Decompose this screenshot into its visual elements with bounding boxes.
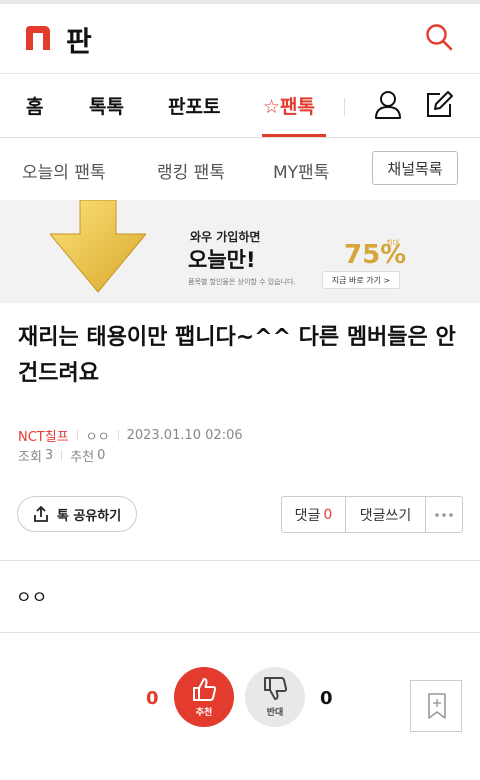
banner-title: 오늘만! — [188, 248, 256, 272]
subnav-ranking[interactable]: 랭킹 팬톡 — [157, 158, 225, 183]
banner-cta-button[interactable]: 지금 바로 가기 > — [322, 271, 400, 289]
comment-label: 댓글 — [294, 507, 321, 524]
write-icon[interactable] — [424, 90, 454, 120]
upvote-button[interactable]: 추천 — [174, 667, 234, 727]
banner-percent-label: 최대 — [386, 239, 399, 247]
comment-actions: 댓글 0 댓글쓰기 — [281, 496, 463, 533]
down-arrow-icon — [50, 200, 146, 293]
share-button[interactable]: 톡 공유하기 — [17, 496, 137, 532]
post-date: 2023.01.10 02:06 — [126, 428, 243, 443]
nav-divider — [344, 98, 345, 116]
content-divider — [0, 560, 480, 561]
recommend-label: 추천 — [70, 450, 95, 465]
meta-divider — [117, 430, 119, 441]
channel-list-button[interactable]: 채널목록 — [372, 151, 458, 185]
header: 판 — [0, 4, 480, 74]
nav-home[interactable]: 홈 — [26, 92, 43, 119]
views-label: 조회 — [18, 450, 42, 465]
share-label: 톡 공유하기 — [56, 508, 122, 524]
post-body: ㅇㅇ — [16, 588, 48, 608]
post-meta-author: NCT칠프 ㅇㅇ 2023.01.10 02:06 — [18, 426, 243, 445]
write-comment-button[interactable]: 댓글쓰기 — [346, 497, 426, 532]
ad-banner[interactable]: 와우 가입하면 오늘만! 품목별 할인율은 상이할 수 있습니다. 75% 최대… — [0, 200, 480, 303]
author-sub: ㅇㅇ — [85, 430, 110, 445]
post-meta-stats: 조회 3 추천 0 — [18, 446, 105, 465]
downvote-button[interactable]: 반대 — [245, 667, 305, 727]
post-title: 재리는 태용이만 팹니다~^^ 다른 멤버들은 안 건드려요 — [18, 325, 456, 386]
upvote-count: 0 — [146, 688, 159, 709]
user-icon[interactable] — [374, 90, 402, 120]
brand-title[interactable]: 판 — [66, 20, 92, 60]
nav-pan-photo[interactable]: 판포토 — [168, 92, 220, 119]
upvote-label: 추천 — [195, 708, 213, 718]
nav-fantalk[interactable]: ☆팬톡 — [263, 92, 315, 119]
meta-divider — [76, 430, 78, 441]
downvote-label: 반대 — [266, 708, 284, 718]
author-name[interactable]: NCT칠프 — [18, 426, 69, 445]
downvote-count: 0 — [320, 688, 333, 709]
nav-toktok[interactable]: 톡톡 — [89, 92, 124, 119]
thumbs-down-icon — [264, 677, 288, 700]
search-icon[interactable] — [424, 22, 454, 52]
comment-count: 0 — [323, 506, 333, 523]
more-button[interactable] — [426, 497, 462, 532]
bookmark-button[interactable] — [410, 680, 462, 732]
banner-subtitle: 와우 가입하면 — [190, 230, 261, 244]
main-nav: 홈 톡톡 판포토 ☆팬톡 — [0, 74, 480, 138]
bookmark-icon — [428, 693, 446, 719]
subnav-my[interactable]: MY팬톡 — [273, 158, 329, 183]
share-icon — [33, 506, 48, 522]
sub-nav: 오늘의 팬톡 랭킹 팬톡 MY팬톡 채널목록 — [0, 138, 480, 200]
subnav-today[interactable]: 오늘의 팬톡 — [22, 158, 106, 183]
body-divider — [0, 632, 480, 633]
recommend-count: 0 — [97, 448, 106, 463]
n-logo-icon[interactable] — [24, 24, 52, 52]
nav-active-indicator — [262, 134, 326, 137]
more-icon — [435, 512, 453, 517]
thumbs-up-icon — [193, 678, 217, 701]
meta-divider — [61, 450, 63, 461]
views-count: 3 — [44, 448, 54, 463]
banner-note: 품목별 할인율은 상이할 수 있습니다. — [188, 278, 296, 286]
comment-button[interactable]: 댓글 0 — [282, 497, 346, 532]
